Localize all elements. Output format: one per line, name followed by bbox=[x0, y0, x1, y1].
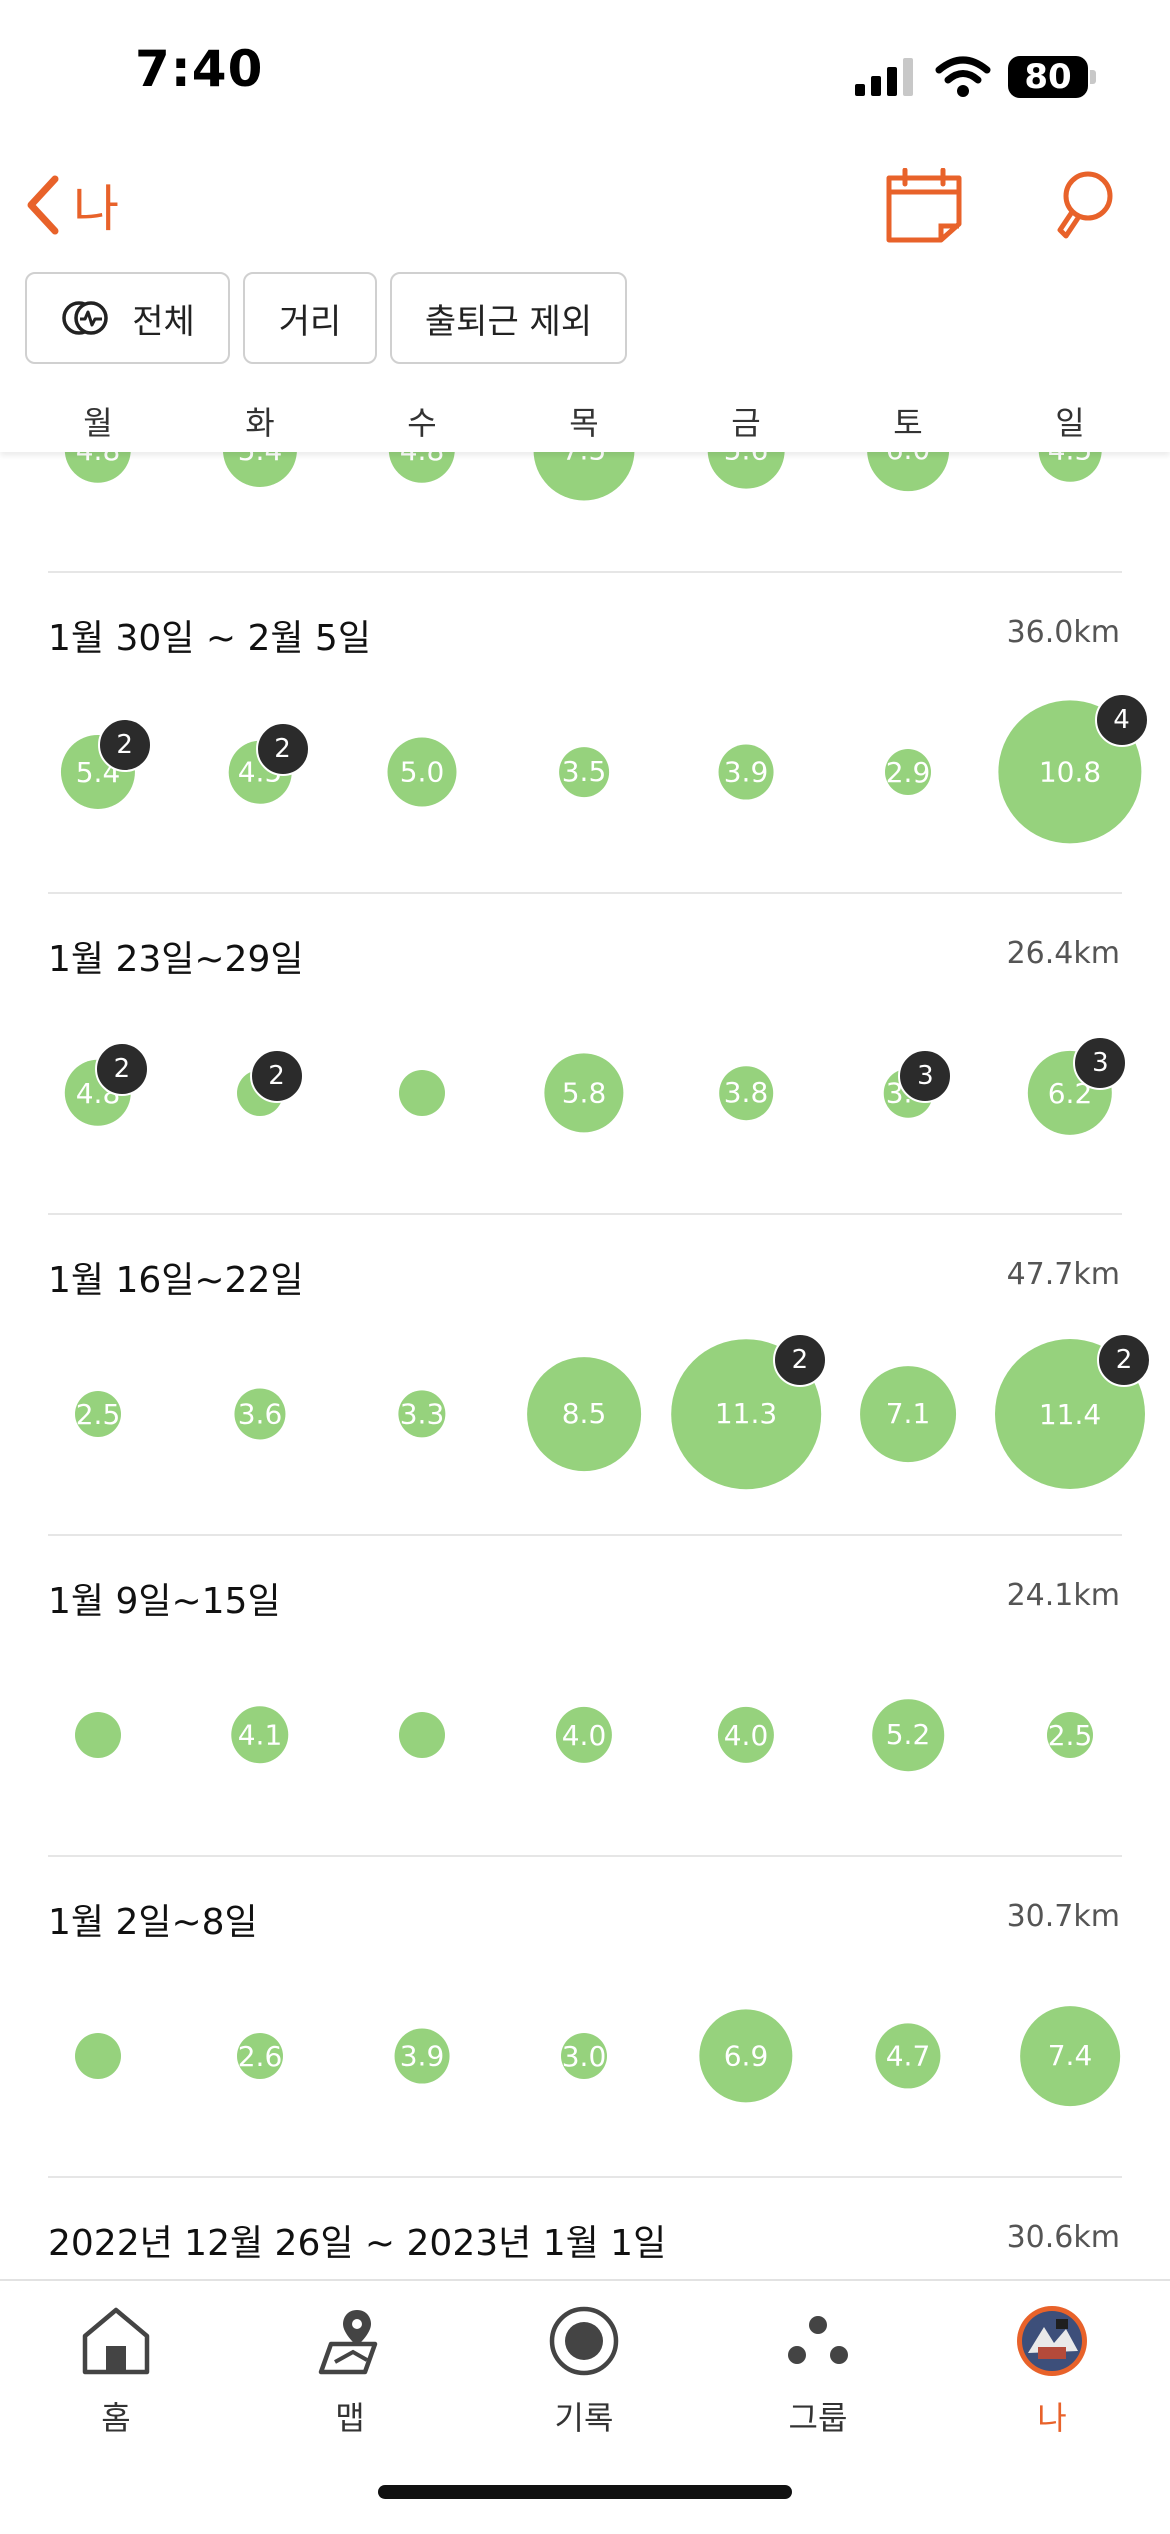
week-divider bbox=[48, 571, 1122, 573]
week-divider bbox=[48, 1855, 1122, 1857]
back-button[interactable]: 나 bbox=[25, 170, 119, 240]
tab-me-label: 나 bbox=[1037, 2399, 1067, 2437]
activity-count-badge: 2 bbox=[94, 1042, 149, 1097]
week-divider bbox=[48, 892, 1122, 894]
week-divider bbox=[48, 2176, 1122, 2178]
weekday-fri: 금 bbox=[731, 404, 761, 442]
week-divider bbox=[48, 1213, 1122, 1215]
day-bubble[interactable]: 5.2 bbox=[872, 1699, 944, 1771]
week-range-label: 1월 16일~22일 bbox=[48, 1260, 304, 1301]
day-bubble[interactable]: 7.4 bbox=[1020, 2006, 1120, 2106]
day-bubble[interactable]: 3.9 bbox=[394, 2028, 450, 2084]
filter-all-chip[interactable]: 전체 bbox=[25, 272, 230, 364]
record-icon bbox=[549, 2306, 619, 2376]
tab-group[interactable]: 그룹 bbox=[738, 2301, 898, 2439]
day-bubble[interactable]: 3.5 bbox=[559, 747, 609, 797]
activity-count-badge: 2 bbox=[255, 722, 310, 777]
avatar-icon bbox=[1017, 2306, 1087, 2376]
back-label: 나 bbox=[73, 180, 119, 238]
week-total-distance: 36.0km bbox=[1006, 615, 1120, 650]
tab-group-label: 그룹 bbox=[788, 2399, 848, 2437]
week-range-label: 1월 30일 ~ 2월 5일 bbox=[48, 618, 371, 659]
week-range-label: 2022년 12월 26일 ~ 2023년 1월 1일 bbox=[48, 2223, 667, 2264]
map-icon bbox=[318, 2310, 378, 2375]
day-bubble[interactable]: 4.1 bbox=[231, 1706, 289, 1764]
filter-distance-label: 거리 bbox=[278, 301, 342, 342]
weekday-sat: 토 bbox=[893, 404, 923, 442]
tab-me[interactable]: 나 bbox=[972, 2301, 1132, 2439]
week-total-distance: 26.4km bbox=[1006, 936, 1120, 971]
day-bubble[interactable]: 5.8 bbox=[544, 1053, 624, 1133]
calendar-icon[interactable] bbox=[885, 168, 963, 244]
day-bubble[interactable]: 2.6 bbox=[237, 2033, 283, 2079]
search-icon[interactable] bbox=[1052, 170, 1114, 242]
activity-count-badge: 3 bbox=[1073, 1035, 1128, 1090]
weekday-sun: 일 bbox=[1055, 404, 1085, 442]
day-bubble[interactable]: 3.8 bbox=[719, 1066, 773, 1120]
day-bubble[interactable]: 3.3 bbox=[398, 1390, 446, 1438]
tab-record[interactable]: 기록 bbox=[504, 2301, 664, 2439]
home-icon bbox=[82, 2307, 150, 2375]
battery-icon: 80 bbox=[1008, 56, 1098, 98]
tab-record-label: 기록 bbox=[554, 2399, 614, 2437]
status-time: 7:40 bbox=[135, 40, 264, 98]
activity-count-badge: 4 bbox=[1094, 693, 1149, 748]
activity-count-badge: 3 bbox=[898, 1048, 953, 1103]
tab-home-label: 홈 bbox=[101, 2399, 131, 2437]
day-bubble[interactable]: 2.5 bbox=[75, 1391, 121, 1437]
tab-map-label: 맵 bbox=[335, 2399, 365, 2437]
day-bubble[interactable] bbox=[75, 1712, 121, 1758]
day-bubble[interactable]: 7.1 bbox=[860, 1366, 956, 1462]
filter-exclude-commute-chip[interactable]: 출퇴근 제외 bbox=[390, 272, 627, 364]
group-icon bbox=[788, 2316, 848, 2364]
filter-commute-label: 출퇴근 제외 bbox=[424, 301, 593, 342]
week-total-distance: 47.7km bbox=[1006, 1257, 1120, 1292]
day-bubble[interactable]: 3.0 bbox=[561, 2033, 607, 2079]
weekday-wed: 수 bbox=[407, 404, 437, 442]
wifi-icon bbox=[935, 56, 991, 97]
home-indicator bbox=[378, 2485, 792, 2499]
weekday-header: 월 화 수 목 금 토 일 bbox=[0, 390, 1170, 452]
day-bubble[interactable] bbox=[399, 1712, 445, 1758]
day-bubble[interactable]: 4.0 bbox=[555, 1706, 613, 1764]
weekday-tue: 화 bbox=[245, 404, 275, 442]
battery-level: 80 bbox=[1024, 57, 1072, 97]
week-range-label: 1월 9일~15일 bbox=[48, 1581, 281, 1622]
activity-count-badge: 2 bbox=[97, 718, 152, 773]
weekday-mon: 월 bbox=[83, 404, 113, 442]
day-bubble[interactable]: 3.9 bbox=[718, 744, 774, 800]
day-bubble[interactable]: 2.9 bbox=[885, 749, 931, 795]
weekday-thu: 목 bbox=[569, 404, 599, 442]
week-total-distance: 24.1km bbox=[1006, 1578, 1120, 1613]
day-bubble[interactable]: 5.0 bbox=[387, 737, 457, 807]
week-range-label: 1월 2일~8일 bbox=[48, 1902, 258, 1943]
week-divider bbox=[48, 1534, 1122, 1536]
activity-count-badge: 2 bbox=[772, 1333, 827, 1388]
week-range-label: 1월 23일~29일 bbox=[48, 939, 304, 980]
activity-type-icon bbox=[62, 301, 108, 335]
day-bubble[interactable]: 6.9 bbox=[699, 2009, 793, 2103]
day-bubble[interactable]: 4.0 bbox=[717, 1706, 775, 1764]
tab-map[interactable]: 맵 bbox=[270, 2301, 430, 2439]
week-total-distance: 30.7km bbox=[1006, 1899, 1120, 1934]
day-bubble[interactable] bbox=[75, 2033, 121, 2079]
day-bubble[interactable] bbox=[399, 1070, 445, 1116]
cellular-signal-icon bbox=[855, 58, 913, 96]
activity-count-badge: 2 bbox=[1097, 1333, 1151, 1387]
filter-all-label: 전체 bbox=[132, 301, 195, 342]
day-bubble[interactable]: 4.7 bbox=[875, 2023, 941, 2089]
filter-distance-chip[interactable]: 거리 bbox=[243, 272, 377, 364]
day-bubble[interactable]: 2.5 bbox=[1047, 1712, 1093, 1758]
chevron-left-icon bbox=[27, 175, 59, 235]
day-bubble[interactable]: 3.6 bbox=[234, 1388, 286, 1440]
day-bubble[interactable]: 8.5 bbox=[527, 1357, 641, 1471]
activity-count-badge: 2 bbox=[249, 1049, 304, 1104]
week-total-distance: 30.6km bbox=[1006, 2220, 1120, 2255]
tab-home[interactable]: 홈 bbox=[36, 2301, 196, 2439]
